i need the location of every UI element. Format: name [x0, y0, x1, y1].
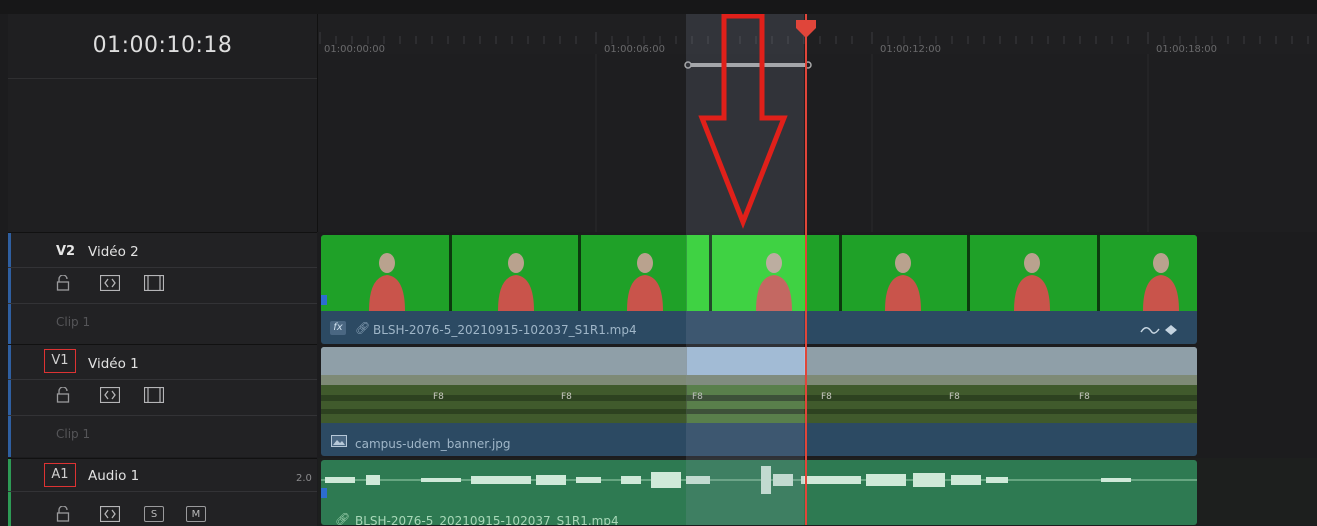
svg-text:F8: F8: [692, 392, 703, 402]
auto-select-icon[interactable]: [100, 387, 120, 403]
auto-select-icon[interactable]: [100, 506, 120, 522]
link-icon: 🔗︎: [355, 321, 371, 335]
keyframe-curve-icon[interactable]: [1139, 323, 1181, 337]
playhead-handle[interactable]: [794, 18, 818, 42]
solo-button[interactable]: S: [144, 506, 164, 522]
track-header-a1[interactable]: A1 Audio 1 2.0 S M: [8, 458, 317, 526]
track-header-v1[interactable]: V1 Vidéo 1 Clip 1: [8, 344, 317, 457]
divider: [8, 303, 317, 304]
lock-icon[interactable]: [56, 506, 70, 522]
divider: [8, 491, 317, 492]
clip-marker: [321, 295, 327, 305]
clip-v2[interactable]: fx 🔗︎ BLSH-2076-5_20210915-102037_S1R1.m…: [321, 235, 1197, 344]
ruler-grid: [595, 54, 1149, 232]
clip-thumbnails: F8 F8 F8 F8 F8 F8: [321, 347, 1197, 423]
track-header-v2[interactable]: V2 Vidéo 2 Clip 1: [8, 232, 317, 345]
lock-icon[interactable]: [56, 275, 70, 291]
timecode-panel: 01:00:10:18: [8, 14, 318, 232]
timecode-box: 01:00:10:18: [8, 14, 317, 79]
track-name[interactable]: Vidéo 2: [88, 244, 139, 260]
track-name[interactable]: Audio 1: [88, 468, 139, 484]
clip-name: BLSH-2076-5_20210915-102037_S1R1.mp4: [355, 514, 619, 525]
clip-count: Clip 1: [56, 427, 91, 441]
clip-count: Clip 1: [56, 315, 91, 329]
lock-icon[interactable]: [56, 387, 70, 403]
track-destination-v1[interactable]: V1: [44, 349, 76, 373]
track-code: V2: [56, 244, 76, 259]
track-accent: [8, 345, 11, 457]
ruler-graphic: 01:00:00:00 01:00:06:00 01:00:12:00 01:0…: [318, 14, 1317, 232]
svg-text:F8: F8: [433, 392, 444, 402]
track-destination-a1[interactable]: A1: [44, 463, 76, 487]
timecode-display[interactable]: 01:00:10:18: [8, 14, 317, 78]
track-accent: [8, 459, 11, 526]
clip-name: campus-udem_banner.jpg: [355, 437, 511, 451]
track-accent: [8, 233, 11, 345]
ruler-tick-label: 01:00:18:00: [1156, 44, 1217, 55]
svg-text:F8: F8: [561, 392, 572, 402]
track-enable-icon[interactable]: [144, 387, 164, 403]
svg-text:F8: F8: [1079, 392, 1090, 402]
fx-badge-icon[interactable]: fx: [330, 321, 346, 335]
annotation-arrow-icon: [698, 14, 788, 229]
ruler-tick-label: 01:00:00:00: [324, 44, 385, 55]
link-icon: 🔗︎: [335, 512, 351, 525]
channel-format: 2.0: [296, 473, 312, 484]
ruler-tick-label: 01:00:06:00: [604, 44, 665, 55]
clip-name: BLSH-2076-5_20210915-102037_S1R1.mp4: [373, 323, 637, 337]
timeline-ruler[interactable]: 01:00:00:00 01:00:06:00 01:00:12:00 01:0…: [318, 14, 1317, 232]
auto-select-icon[interactable]: [100, 275, 120, 291]
svg-text:F8: F8: [821, 392, 832, 402]
audio-waveform: [321, 466, 1197, 494]
clip-a1[interactable]: 🔗︎ BLSH-2076-5_20210915-102037_S1R1.mp4: [321, 460, 1197, 525]
image-icon: [331, 435, 347, 447]
playhead[interactable]: [805, 14, 807, 525]
clip-marker: [321, 488, 327, 498]
track-enable-icon[interactable]: [144, 275, 164, 291]
track-name[interactable]: Vidéo 1: [88, 356, 139, 372]
clip-thumbnails: [321, 235, 1197, 311]
svg-text:F8: F8: [949, 392, 960, 402]
divider: [8, 267, 317, 268]
mute-button[interactable]: M: [186, 506, 206, 522]
range-in-handle[interactable]: [684, 61, 692, 69]
clip-v1[interactable]: F8 F8 F8 F8 F8 F8 campus-udem_banner.jpg: [321, 347, 1197, 456]
ruler-tick-label: 01:00:12:00: [880, 44, 941, 55]
divider: [8, 415, 317, 416]
divider: [8, 379, 317, 380]
top-band: [0, 0, 1317, 14]
